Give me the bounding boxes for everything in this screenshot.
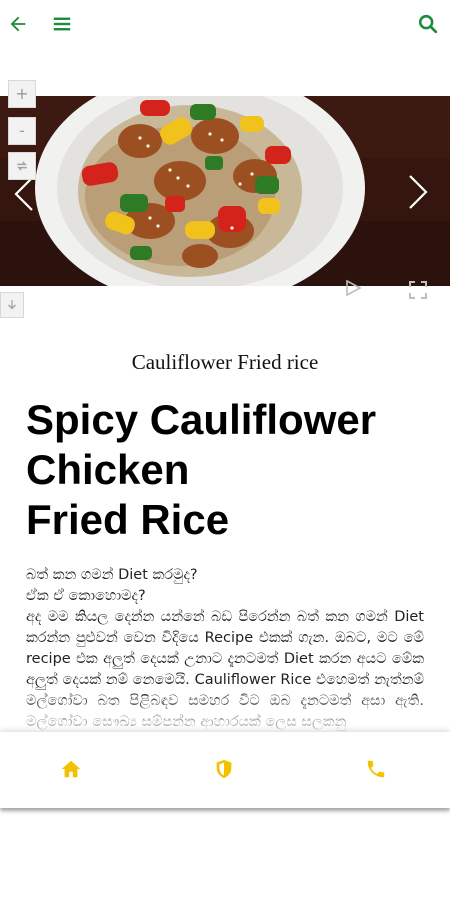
article-title: Spicy Cauliflower Chicken Fried Rice: [26, 395, 426, 545]
paragraph: බත් කන ගමන් Diet කරමුද?: [26, 567, 198, 583]
title-line: Spicy Cauliflower: [26, 396, 377, 443]
download-button[interactable]: [0, 292, 24, 318]
bottom-navigation: [0, 732, 450, 808]
play-icon[interactable]: [343, 278, 363, 298]
phone-icon[interactable]: [363, 756, 389, 782]
image-gallery: + -: [0, 80, 450, 320]
fullscreen-icon[interactable]: [408, 280, 428, 300]
shield-icon[interactable]: [211, 756, 237, 782]
zoom-in-button[interactable]: +: [8, 80, 36, 108]
download-icon: [8, 300, 16, 310]
food-photo: [0, 96, 450, 286]
arrow-left-icon[interactable]: [6, 12, 30, 36]
top-app-bar: [0, 0, 450, 50]
home-icon[interactable]: [58, 756, 84, 782]
search-icon[interactable]: [416, 12, 440, 36]
paragraph: ඒක ඒ කොහොමද?: [26, 588, 146, 604]
chevron-left-icon[interactable]: [10, 176, 38, 212]
title-line: Chicken: [26, 446, 190, 493]
hamburger-menu-icon[interactable]: [50, 12, 74, 36]
article: Cauliflower Fried rice Spicy Cauliflower…: [0, 350, 450, 733]
rotate-button[interactable]: [8, 152, 36, 180]
chevron-right-icon[interactable]: [404, 174, 432, 210]
gallery-toolbar: [0, 286, 450, 320]
zoom-out-button[interactable]: -: [8, 117, 36, 145]
rotate-icon: [17, 161, 27, 171]
title-line: Fried Rice: [26, 496, 230, 543]
image-caption: Cauliflower Fried rice: [131, 350, 319, 374]
